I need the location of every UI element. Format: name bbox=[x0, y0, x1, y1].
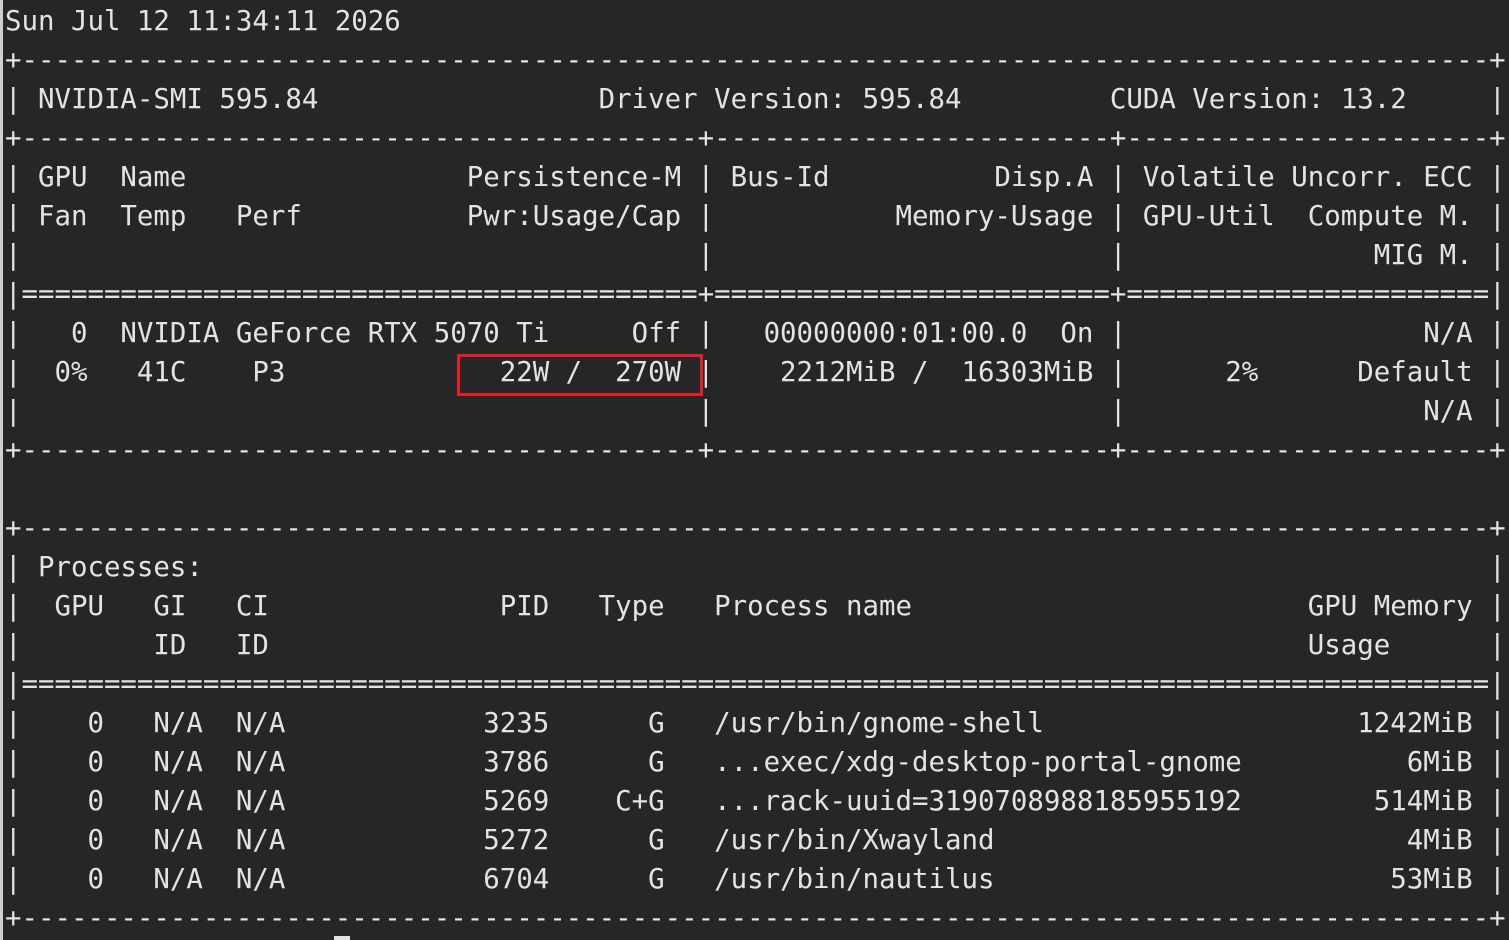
gpu-header-separator: |=======================================… bbox=[5, 279, 1506, 310]
process-header-row-1: | GPU GI CI PID Type Process name GPU Me… bbox=[5, 591, 1506, 622]
table-top-border: +---------------------------------------… bbox=[5, 45, 1506, 76]
process-row: | 0 N/A N/A 5269 C+G ...rack-uuid=319070… bbox=[5, 786, 1506, 817]
processes-title: | Processes: | bbox=[5, 552, 1506, 583]
gpu-table-bottom-border: +---------------------------------------… bbox=[5, 435, 1506, 466]
gpu-header-row-3: | | | MIG M. | bbox=[5, 240, 1506, 271]
gpu-row-3: | | | N/A | bbox=[5, 396, 1506, 427]
terminal-cursor bbox=[334, 936, 350, 940]
process-row: | 0 N/A N/A 3786 G ...exec/xdg-desktop-p… bbox=[5, 747, 1506, 778]
terminal-output[interactable]: Sun Jul 12 11:34:11 2026 +--------------… bbox=[5, 2, 1509, 938]
gpu-row-2: | 0% 41C P3 22W / 270W | 2212MiB / 16303… bbox=[5, 357, 1506, 388]
table-divider: +---------------------------------------… bbox=[5, 123, 1506, 154]
process-header-separator: |=======================================… bbox=[5, 669, 1506, 700]
process-row: | 0 N/A N/A 6704 G /usr/bin/nautilus 53M… bbox=[5, 864, 1506, 895]
timestamp-line: Sun Jul 12 11:34:11 2026 bbox=[5, 6, 401, 37]
process-row: | 0 N/A N/A 3235 G /usr/bin/gnome-shell … bbox=[5, 708, 1506, 739]
process-table-bottom-border: +---------------------------------------… bbox=[5, 903, 1506, 934]
gpu-header-row-2: | Fan Temp Perf Pwr:Usage/Cap | Memory-U… bbox=[5, 201, 1506, 232]
process-header-row-2: | ID ID Usage | bbox=[5, 630, 1506, 661]
process-row: | 0 N/A N/A 5272 G /usr/bin/Xwayland 4Mi… bbox=[5, 825, 1506, 856]
window-left-border bbox=[0, 0, 3, 940]
process-table-top-border: +---------------------------------------… bbox=[5, 513, 1506, 544]
gpu-header-row-1: | GPU Name Persistence-M | Bus-Id Disp.A… bbox=[5, 162, 1506, 193]
gpu-row-1: | 0 NVIDIA GeForce RTX 5070 Ti Off | 000… bbox=[5, 318, 1506, 349]
version-header-line: | NVIDIA-SMI 595.84 Driver Version: 595.… bbox=[5, 84, 1506, 115]
